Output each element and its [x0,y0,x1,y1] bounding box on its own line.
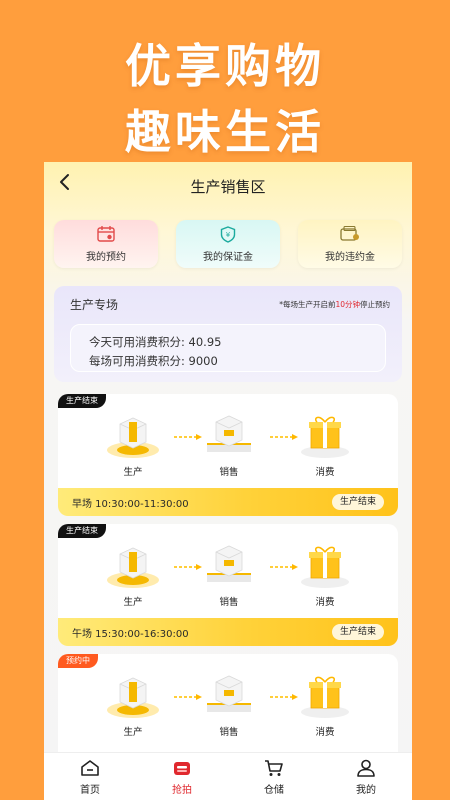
step-production-label: 生产 [123,597,143,608]
step-production-label: 生产 [123,727,143,738]
shield-icon: ¥ [220,226,236,243]
cart-icon [265,760,283,776]
my-deposit-button[interactable]: ¥ 我的保证金 [176,220,280,268]
step-sales: 销售 [194,408,264,486]
step-sales: 销售 [194,538,264,616]
calendar-icon [97,226,115,242]
step-consumption-label: 消费 [315,467,335,478]
page-title: 生产销售区 [190,178,266,196]
step-consumption: 消费 [290,408,360,486]
promo-headline-line1: 优享购物 [125,39,325,93]
today-points-row: 今天可用消费积分: 40.95 [89,334,221,350]
session-time-bar: 早场 10:30:00-11:30:00 生产结束 [58,488,398,516]
step-production: 生产 [98,408,168,486]
step-sales: 销售 [194,668,264,746]
step-consumption: 消费 [290,668,360,746]
step-sales-label: 销售 [219,597,239,608]
production-box-icon [107,677,159,718]
session-time: 早场 10:30:00-11:30:00 [72,499,189,510]
quick-actions: 我的预约 ¥ 我的保证金 我的违约金 [54,220,402,268]
production-zone-title: 生产专场 [70,298,119,312]
step-production: 生产 [98,668,168,746]
per-session-points-label: 每场可用消费积分: [89,354,185,368]
sales-box-icon [207,675,251,712]
tab-auction[interactable]: 抢拍 [136,759,228,796]
points-summary: 今天可用消费积分: 40.95 每场可用消费积分: 9000 [70,324,386,372]
user-icon [357,759,375,777]
session-card-afternoon[interactable]: 生产结束 生产 销售 消费 午场 15:30:00-16:30:00 生产结束 [58,524,398,646]
session-steps: 生产 销售 消费 [58,668,398,746]
my-deposit-label: 我的保证金 [203,252,253,263]
tab-home[interactable]: 首页 [44,759,136,796]
my-reservations-label: 我的预约 [86,252,126,263]
gift-box-icon [301,416,349,458]
production-ended-button[interactable]: 生产结束 [331,494,384,510]
today-points-label: 今天可用消费积分: [89,335,185,349]
tab-home-label: 首页 [80,785,100,796]
session-steps: 生产 销售 消费 [58,538,398,616]
per-session-points-value: 9000 [188,354,218,368]
bottom-tab-bar: 首页 抢拍 仓储 我的 [44,752,412,800]
step-production: 生产 [98,538,168,616]
production-box-icon [107,417,159,458]
wallet-icon [340,225,359,241]
status-tag: 生产结束 [58,524,106,538]
status-tag: 预约中 [58,654,98,668]
promo-headline-line2: 趣味生活 [125,105,325,159]
status-tag: 生产结束 [58,394,106,408]
step-production-label: 生产 [123,467,143,478]
tab-mine-label: 我的 [356,785,376,796]
tab-auction-label: 抢拍 [172,785,192,796]
phone-screen: 生产销售区 我的预约 ¥ 我的保证金 我的违约金 生产专场 *每场生产开启前10… [44,162,412,800]
today-points-value: 40.95 [188,335,222,349]
tab-mine[interactable]: 我的 [320,759,412,796]
reservation-cutoff-note: *每场生产开启前10分钟停止预约 [279,300,390,309]
step-sales-label: 销售 [219,467,239,478]
home-icon [81,760,99,776]
tab-storage-label: 仓储 [264,785,284,796]
svg-text:¥: ¥ [226,231,231,239]
step-consumption: 消费 [290,538,360,616]
my-penalty-button[interactable]: 我的违约金 [298,220,402,268]
production-ended-button[interactable]: 生产结束 [331,624,384,640]
gift-box-icon [301,676,349,718]
my-penalty-label: 我的违约金 [325,252,375,263]
step-sales-label: 销售 [219,727,239,738]
nav-bar: 生产销售区 [44,162,412,210]
production-box-icon [107,547,159,588]
session-steps: 生产 销售 消费 [58,408,398,486]
sales-box-icon [207,415,251,452]
session-time-bar: 午场 15:30:00-16:30:00 生产结束 [58,618,398,646]
step-consumption-label: 消费 [315,597,335,608]
step-consumption-label: 消费 [315,727,335,738]
gift-box-icon [301,546,349,588]
auction-icon [174,762,190,775]
session-card-morning[interactable]: 生产结束 生产 销售 消费 早场 10:30:00-11:30:00 生产结束 [58,394,398,516]
tab-storage[interactable]: 仓储 [228,759,320,796]
cutoff-highlight: 10分钟 [335,300,360,309]
production-zone-panel: 生产专场 *每场生产开启前10分钟停止预约 今天可用消费积分: 40.95 每场… [54,286,402,382]
my-reservations-button[interactable]: 我的预约 [54,220,158,268]
per-session-points-row: 每场可用消费积分: 9000 [89,353,218,369]
sales-box-icon [207,545,251,582]
session-time: 午场 15:30:00-16:30:00 [72,629,189,640]
